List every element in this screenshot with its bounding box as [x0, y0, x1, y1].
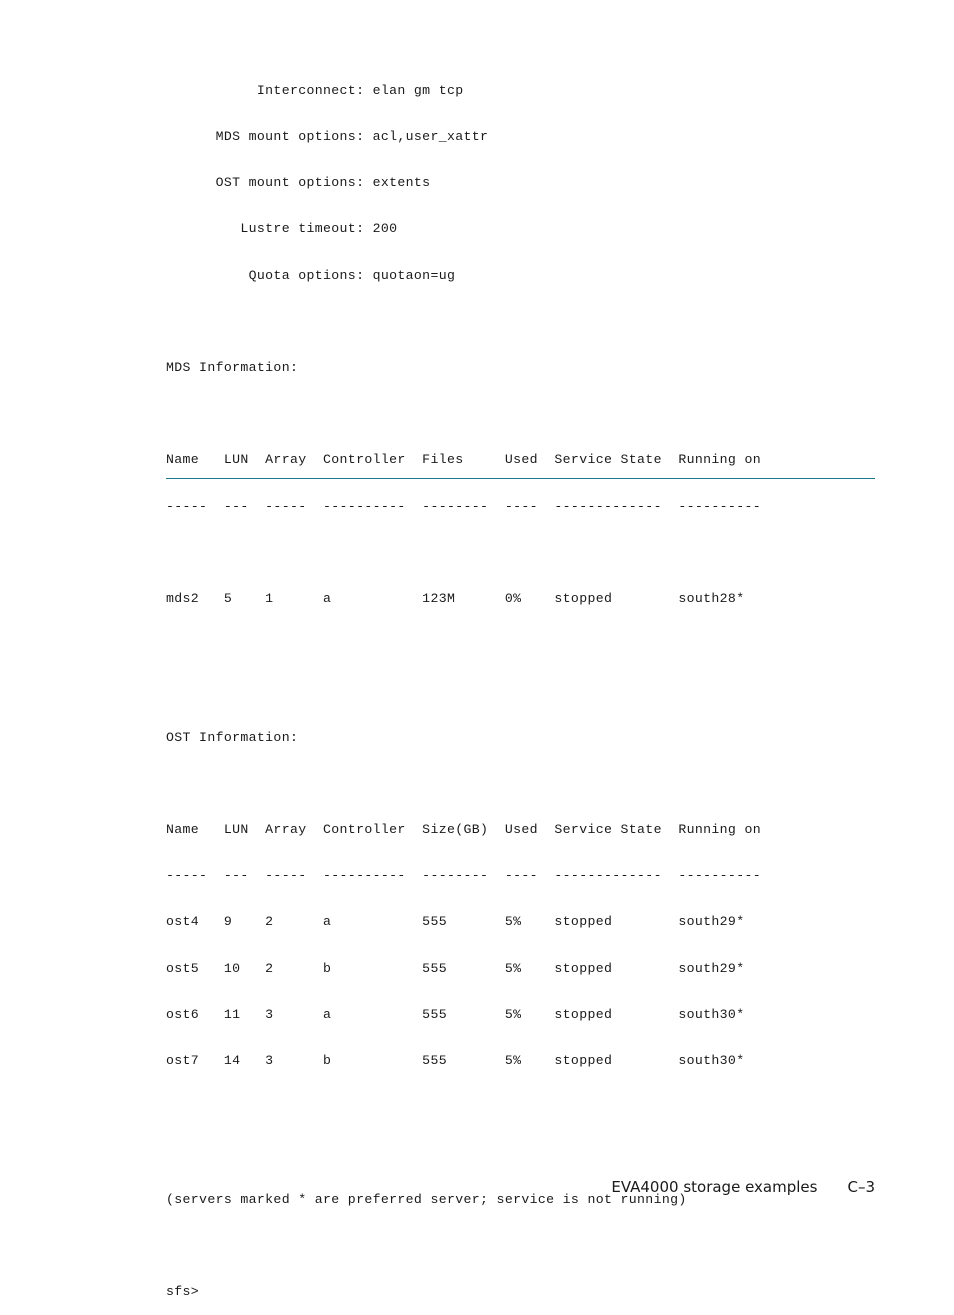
config-line-interconnect: Interconnect: elan gm tcp	[166, 82, 464, 98]
page-footer: EVA4000 storage examples C–3	[611, 1178, 875, 1196]
terminal-output: Interconnect: elan gm tcp MDS mount opti…	[166, 52, 761, 1315]
section-divider-rule	[166, 478, 875, 479]
footer-section-title: EVA4000 storage examples	[611, 1178, 818, 1196]
ost-table-divider: ----- --- ----- ---------- -------- ----…	[166, 868, 761, 884]
config-line-lustre-timeout: Lustre timeout: 200	[166, 221, 398, 237]
ost-heading: OST Information:	[166, 729, 299, 745]
shell-prompt: sfs>	[166, 1284, 200, 1300]
footer-page-number: C–3	[847, 1178, 875, 1196]
ost-table-header: Name LUN Array Controller Size(GB) Used …	[166, 822, 761, 838]
config-line-mds-mount-options: MDS mount options: acl,user_xattr	[166, 129, 489, 145]
mds-table-row: mds2 5 1 a 123M 0% stopped south28*	[166, 591, 745, 607]
config-line-ost-mount-options: OST mount options: extents	[166, 175, 431, 191]
ost-table-row: ost7 14 3 b 555 5% stopped south30*	[166, 1053, 745, 1069]
mds-table-header: Name LUN Array Controller Files Used Ser…	[166, 452, 761, 468]
mds-heading: MDS Information:	[166, 360, 299, 376]
config-line-quota-options: Quota options: quotaon=ug	[166, 267, 456, 283]
ost-table-row: ost5 10 2 b 555 5% stopped south29*	[166, 960, 745, 976]
ost-table-row: ost6 11 3 a 555 5% stopped south30*	[166, 1006, 745, 1022]
mds-table-divider: ----- --- ----- ---------- -------- ----…	[166, 498, 761, 514]
ost-table-row: ost4 9 2 a 555 5% stopped south29*	[166, 914, 745, 930]
